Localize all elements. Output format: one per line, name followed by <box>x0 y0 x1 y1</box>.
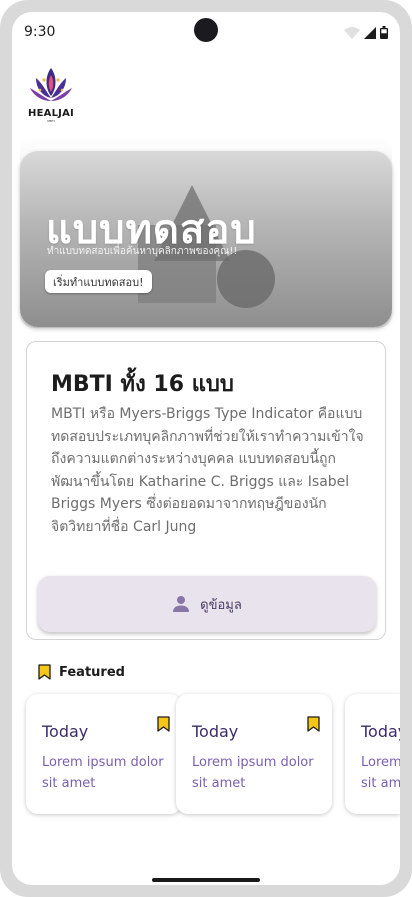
hero-subtitle: ทำแบบทดสอบเพื่อค้นหาบุคลิกภาพของคุณ!! <box>47 246 238 257</box>
device-frame: 9:30 HEALJAI MBTI แบบทดสอบ ทำแบบทดสอบเพื… <box>0 0 412 897</box>
logo-subtitle: MBTI <box>47 119 55 123</box>
logo-wordmark: HEALJAI <box>28 108 74 119</box>
bookmark-icon <box>38 664 51 680</box>
camera-cutout <box>194 18 218 42</box>
status-time: 9:30 <box>24 24 56 40</box>
person-icon <box>173 596 190 612</box>
signal-icon <box>364 26 376 39</box>
bookmark-icon[interactable] <box>307 716 320 732</box>
featured-card-body: Lorem ipsum dolor sit amet <box>192 755 314 791</box>
featured-card[interactable]: Today Lorem ipsum dolor sit amet <box>176 694 332 814</box>
battery-icon <box>380 26 388 39</box>
featured-card-title: Today <box>192 722 239 741</box>
featured-header: Featured <box>38 664 125 680</box>
wifi-icon <box>344 26 360 39</box>
bookmark-icon[interactable] <box>157 716 170 732</box>
mbti-card-description: MBTI หรือ Myers-Briggs Type Indicator คื… <box>51 406 364 535</box>
view-info-label: ดูข้อมูล <box>200 597 242 613</box>
featured-card-title: Today <box>361 722 400 741</box>
hero-banner: แบบทดสอบ ทำแบบทดสอบเพื่อค้นหาบุคลิกภาพขอ… <box>20 151 392 327</box>
lotus-logo-icon <box>30 68 72 101</box>
featured-card-body: Lorem ipsum dolor sit amet <box>42 755 164 791</box>
mbti-info-card: MBTI ทั้ง 16 แบบ MBTI หรือ Myers-Briggs … <box>26 341 386 640</box>
featured-card[interactable]: Today Lorem ipsum dolor sit amet <box>26 694 182 814</box>
view-info-button[interactable]: ดูข้อมูล <box>38 576 376 632</box>
start-quiz-button[interactable]: เริ่มทำแบบทดสอบ! <box>45 270 152 293</box>
app-screen: 9:30 HEALJAI MBTI แบบทดสอบ ทำแบบทดสอบเพื… <box>12 12 400 885</box>
status-bar: 9:30 <box>12 12 400 52</box>
app-logo: HEALJAI MBTI <box>26 66 76 124</box>
featured-label: Featured <box>59 664 125 680</box>
featured-card-body: Lorem ipsum dolor sit amet <box>361 755 400 791</box>
mbti-card-title: MBTI ทั้ง 16 แบบ <box>51 372 234 397</box>
featured-card[interactable]: Today Lorem ipsum dolor sit amet <box>345 694 400 814</box>
home-indicator[interactable] <box>152 878 260 882</box>
status-icons <box>344 26 388 39</box>
featured-card-title: Today <box>42 722 89 741</box>
